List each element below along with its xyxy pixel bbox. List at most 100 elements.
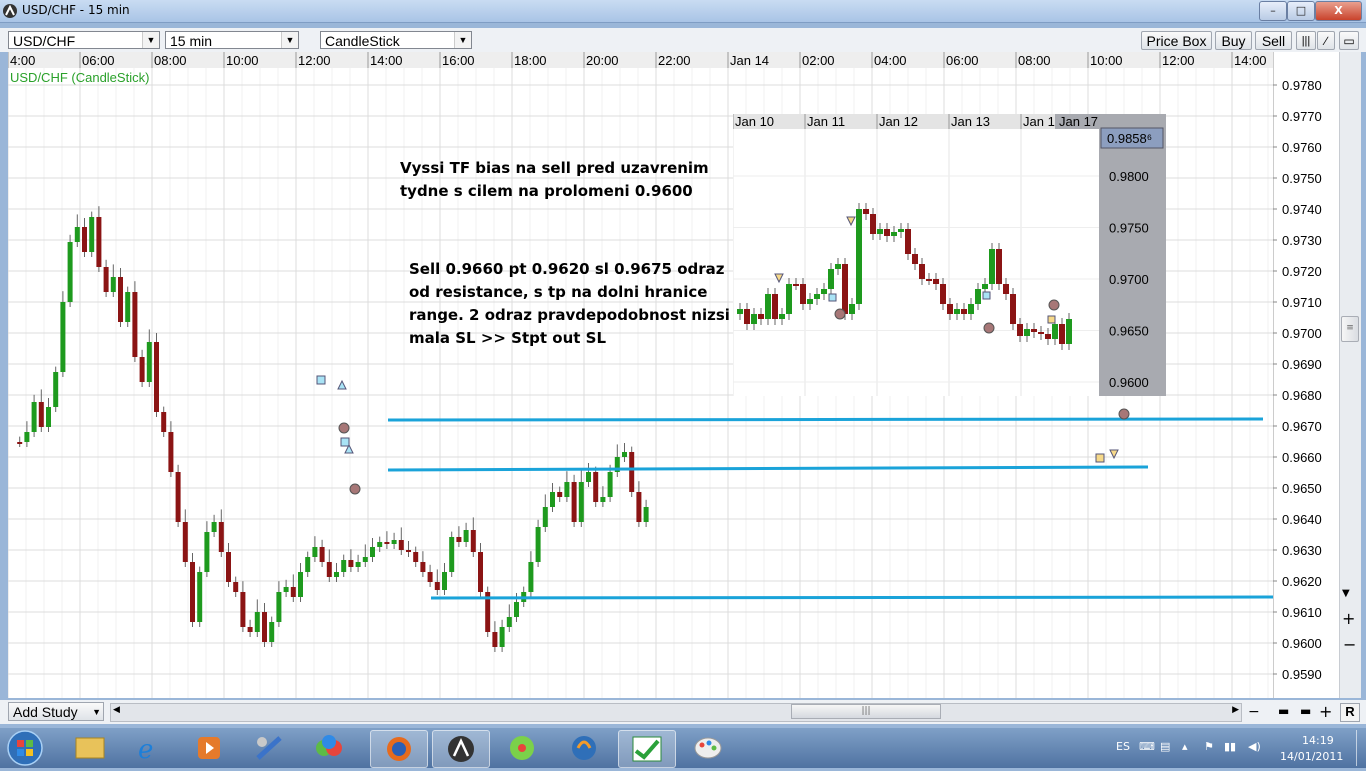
candle <box>578 482 584 522</box>
start-button[interactable] <box>4 728 46 768</box>
clock-date[interactable]: 14/01/2011 <box>1280 750 1343 763</box>
candle <box>154 342 159 412</box>
inset-candle <box>877 229 883 234</box>
inset-candle <box>737 309 743 314</box>
time-tick-label: 16:00 <box>442 53 475 68</box>
chart-type-select[interactable]: CandleStick ▼ <box>320 31 472 49</box>
media-player-icon[interactable] <box>182 730 238 766</box>
chart-window-icon[interactable]: ▭ <box>1339 31 1359 50</box>
inset-current-date: Jan 17 <box>1059 114 1098 129</box>
candle <box>24 432 30 442</box>
sr-line[interactable] <box>387 417 1264 422</box>
candle <box>82 227 87 252</box>
inset-chart[interactable]: 0.9858⁶ Jan 17 Jan 10 Jan 11 Jan 12 Jan 13 J… <box>733 114 1166 396</box>
clock-time[interactable]: 14:19 <box>1302 734 1334 747</box>
fit-all-icon[interactable]: ▬ <box>1300 704 1311 718</box>
chevron-down-icon[interactable]: ▼ <box>92 703 101 721</box>
inset-candle <box>1038 332 1044 334</box>
inset-candle <box>856 209 862 304</box>
candle <box>463 530 469 542</box>
minimize-button[interactable]: – <box>1259 1 1287 21</box>
language-indicator[interactable]: ES <box>1116 740 1130 753</box>
sr-line[interactable] <box>430 595 1311 600</box>
marker-circle <box>349 483 361 495</box>
draw-line-icon[interactable]: ∕ <box>1317 31 1335 50</box>
inset-candle <box>751 314 757 324</box>
keyboard-icon[interactable]: ⌨ <box>1139 740 1155 753</box>
maximize-button[interactable]: □ <box>1287 1 1315 21</box>
scroll-left-icon[interactable]: ◀ <box>113 705 120 715</box>
marker-square <box>316 375 326 385</box>
reset-button[interactable]: R <box>1340 703 1360 722</box>
marker-square <box>340 437 350 447</box>
candle <box>557 492 563 497</box>
paint-icon[interactable] <box>680 730 736 766</box>
horizontal-scrollbar[interactable]: ◀ ||| ▶ <box>110 703 1242 722</box>
add-study-button[interactable]: Add Study ▼ <box>8 702 104 721</box>
firefox-icon[interactable] <box>370 730 428 768</box>
inset-price-label: 0.9750 <box>1109 221 1149 236</box>
candle <box>420 562 426 572</box>
chevron-down-icon[interactable]: ▼ <box>281 32 298 48</box>
candle <box>334 572 339 577</box>
candle <box>398 540 404 550</box>
inset-date-label: Jan 1 <box>1023 114 1055 129</box>
chart-app-icon[interactable] <box>618 730 676 768</box>
zoom-out-icon[interactable]: − <box>1343 637 1356 653</box>
icq-icon[interactable] <box>494 730 550 766</box>
price-box-button[interactable]: Price Box <box>1141 31 1212 50</box>
close-button[interactable]: X <box>1315 1 1362 21</box>
inset-candle <box>821 289 827 294</box>
trading-app-icon[interactable] <box>432 730 490 768</box>
candle <box>434 582 440 590</box>
browser-icon[interactable] <box>556 730 612 766</box>
zoom-in-h-icon[interactable]: + <box>1319 702 1332 721</box>
messenger-icon[interactable] <box>302 730 358 766</box>
inset-date-label: Jan 10 <box>735 114 774 129</box>
inset-candle <box>996 249 1002 284</box>
chevron-down-icon[interactable]: ▼ <box>142 32 159 48</box>
scroll-down-icon[interactable]: ▼ <box>1342 588 1350 599</box>
inset-candle <box>905 229 911 254</box>
fit-icon[interactable]: ▬ <box>1278 704 1289 718</box>
flag-icon[interactable]: ⚑ <box>1204 740 1214 753</box>
zoom-in-icon[interactable]: + <box>1342 611 1355 627</box>
price-tick-label: 0.9680 <box>1282 388 1322 403</box>
show-desktop-button[interactable] <box>1356 730 1366 766</box>
candle <box>643 507 649 522</box>
chevron-down-icon[interactable]: ▼ <box>454 32 471 48</box>
price-tick-label: 0.9610 <box>1282 605 1322 620</box>
time-tick-label: 4:00 <box>10 53 35 68</box>
price-tick-label: 0.9650 <box>1282 481 1322 496</box>
inset-marker-square <box>982 291 991 300</box>
scroll-thumb[interactable]: ≡ <box>1341 316 1359 342</box>
tools-icon[interactable] <box>242 730 298 766</box>
explorer-icon[interactable] <box>62 730 118 766</box>
candle <box>593 472 599 502</box>
volume-icon[interactable]: ◀) <box>1248 740 1261 753</box>
time-tick-label: 06:00 <box>946 53 979 68</box>
candle <box>96 217 102 267</box>
time-tick-label: 08:00 <box>154 53 187 68</box>
network-icon[interactable]: ▮▮ <box>1224 740 1236 753</box>
tray-icon[interactable]: ▤ <box>1160 740 1170 753</box>
scroll-right-icon[interactable]: ▶ <box>1232 705 1239 715</box>
hscroll-thumb[interactable]: ||| <box>791 704 941 719</box>
ie-icon[interactable]: e <box>122 730 178 766</box>
inset-candle <box>1010 294 1016 324</box>
vertical-scrollbar[interactable]: ≡ ▼ + − <box>1339 52 1361 698</box>
zoom-out-h-icon[interactable]: − <box>1248 704 1260 720</box>
inset-candle <box>849 304 855 314</box>
show-hidden-icons[interactable]: ▴ <box>1182 740 1188 753</box>
bar-tool-icon[interactable]: ||| <box>1296 31 1316 50</box>
buy-button[interactable]: Buy <box>1215 31 1252 50</box>
instrument-select[interactable]: USD/CHF ▼ <box>8 31 160 49</box>
candle <box>254 612 260 632</box>
timeframe-select[interactable]: 15 min ▼ <box>165 31 299 49</box>
candle <box>427 572 433 582</box>
price-tick-label: 0.9770 <box>1282 109 1322 124</box>
price-tick-label: 0.9620 <box>1282 574 1322 589</box>
sell-button[interactable]: Sell <box>1255 31 1292 50</box>
add-study-label: Add Study <box>13 704 78 720</box>
candle <box>319 547 325 562</box>
